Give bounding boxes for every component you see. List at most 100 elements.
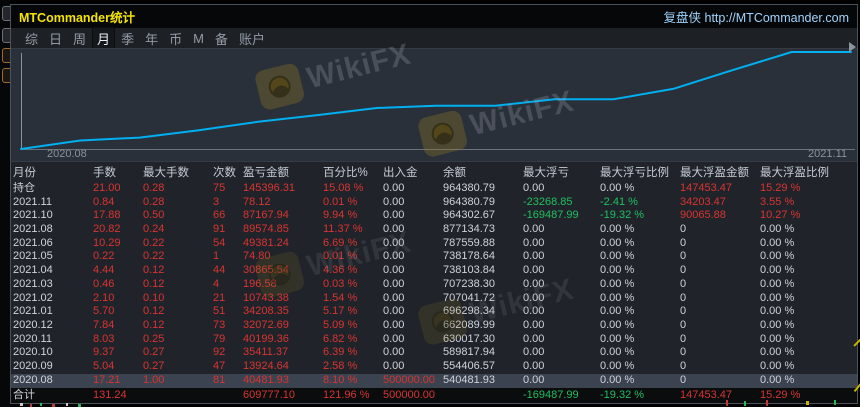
table-cell: 40199.36 xyxy=(243,332,289,345)
table-cell: 6.39 % xyxy=(323,346,358,359)
table-row[interactable]: 2020.12 7.84 0.12 73 32072.69 5.09 % 0.00 66208… xyxy=(11,319,857,333)
table-cell: 持仓 xyxy=(13,182,35,194)
table-cell: 32072.69 xyxy=(243,318,289,331)
chart-canvas xyxy=(20,51,855,150)
table-row[interactable]: 2021.03 0.46 0.12 4 196.58 0.03 % 0.00 707238.3… xyxy=(11,278,857,292)
table-cell: 15.29 % xyxy=(760,182,801,194)
table-cell: 500000.00 xyxy=(383,373,435,386)
menu-item-9[interactable]: 备 xyxy=(211,28,232,49)
table-cell: 877134.73 xyxy=(443,223,495,236)
table-cell: 0.00 xyxy=(523,359,545,372)
table-cell: 47 xyxy=(213,359,226,372)
table-cell: 4.36 % xyxy=(323,264,358,277)
table-cell: 10.29 xyxy=(93,236,121,249)
table-cell: 707238.30 xyxy=(443,277,495,290)
table-cell: 5.04 xyxy=(93,359,115,372)
table-row[interactable]: 2021.05 0.22 0.22 1 74.80 0.01 % 0.00 738178.64… xyxy=(11,250,857,264)
brand-link[interactable]: 复盘侠 http://MTCommander.com xyxy=(664,7,849,26)
table-cell: 8.03 xyxy=(93,332,115,345)
table-cell: 0.00 xyxy=(383,182,405,194)
table-cell: 0 xyxy=(680,318,687,331)
table-row[interactable]: 2020.10 9.37 0.27 92 35411.37 6.39 % 0.00 58981… xyxy=(11,346,857,360)
table-row[interactable]: 2021.06 10.29 0.22 54 49381.24 6.69 % 0.00 7875… xyxy=(11,237,857,251)
table-cell: 0.00 % xyxy=(600,250,635,263)
table-cell: 35411.37 xyxy=(243,346,289,359)
table-cell: 0.00 xyxy=(523,318,545,331)
table-cell: 8.10 % xyxy=(323,373,358,386)
table-cell: 0 xyxy=(680,277,687,290)
table-row[interactable]: 2021.04 4.44 0.12 44 30865.54 4.36 % 0.00 73810… xyxy=(11,264,857,278)
table-cell: 0.00 % xyxy=(760,250,795,263)
table-cell: 2021.06 xyxy=(13,236,53,249)
table-cell: 0.00 % xyxy=(760,318,795,331)
menu-item-2[interactable]: 日 xyxy=(45,28,66,49)
column-header[interactable]: 最大浮亏比例 xyxy=(600,164,680,180)
table-cell: 0 xyxy=(680,346,687,359)
column-header[interactable]: 月份 xyxy=(13,164,93,180)
table-cell: 540481.93 xyxy=(443,373,495,386)
table-cell: 0.00 % xyxy=(760,305,795,318)
table-cell: -169487.99 xyxy=(523,209,579,222)
table-cell: 2021.03 xyxy=(13,277,53,290)
menu-item-3[interactable]: 周 xyxy=(69,28,90,49)
title-bar[interactable]: MTCommander统计 复盘侠 http://MTCommander.com xyxy=(11,5,857,28)
column-header[interactable]: 最大浮盈比例 xyxy=(760,164,857,180)
table-row[interactable]: 2020.08 17.21 1.00 81 40481.93 8.10 % 500000.0… xyxy=(11,373,857,387)
table-cell: 1.54 % xyxy=(323,291,358,304)
table-cell: 20.82 xyxy=(93,223,121,236)
column-header[interactable]: 百分比% xyxy=(323,164,383,180)
table-cell: 0.00 % xyxy=(600,318,635,331)
table-cell: 0.00 xyxy=(523,264,545,277)
table-row[interactable]: 2021.02 2.10 0.10 21 10743.38 1.54 % 0.00 70704… xyxy=(11,292,857,306)
table-row[interactable]: 2021.08 20.82 0.24 91 89574.85 11.37 % 0.00 877… xyxy=(11,223,857,237)
menu-item-10[interactable]: 账户 xyxy=(235,28,269,49)
column-header[interactable]: 最大手数 xyxy=(143,164,213,180)
column-header[interactable]: 盈亏金额 xyxy=(243,164,323,180)
table-cell: 79 xyxy=(213,332,226,345)
table-row[interactable]: 2020.09 5.04 0.27 47 13924.64 2.58 % 0.00 55440… xyxy=(11,360,857,374)
table-cell: 13924.64 xyxy=(243,359,289,372)
table-cell: 40481.93 xyxy=(243,373,289,386)
menu-item-5[interactable]: 季 xyxy=(117,28,138,49)
table-cell: 2021.10 xyxy=(13,209,53,222)
table-cell: 0.00 xyxy=(523,250,545,263)
column-header[interactable]: 余额 xyxy=(443,164,523,180)
table-row[interactable]: 2020.11 8.03 0.25 79 40199.36 6.82 % 0.00 63001… xyxy=(11,333,857,347)
column-header[interactable]: 手数 xyxy=(93,164,143,180)
column-header[interactable]: 最大浮盈金额 xyxy=(680,164,760,180)
table-cell: 34208.35 xyxy=(243,305,289,318)
table-cell: 707041.72 xyxy=(443,291,495,304)
table-cell: 1.00 xyxy=(143,373,165,386)
table-cell: 0.24 xyxy=(143,223,165,236)
table-row[interactable]: 2021.10 17.88 0.50 66 87167.94 9.94 % 0.00 9643… xyxy=(11,209,857,223)
table-row[interactable]: 2021.11 0.84 0.28 3 78.12 0.01 % 0.00 964380.79… xyxy=(11,196,857,210)
menu-item-1[interactable]: 综 xyxy=(21,28,42,49)
table-cell: 90065.88 xyxy=(680,209,726,222)
table-cell: 0.00 xyxy=(523,291,545,304)
table-cell: 21 xyxy=(213,291,226,304)
table-cell: 0.00 % xyxy=(760,291,795,304)
table-cell: 92 xyxy=(213,346,226,359)
table-cell: 147453.47 xyxy=(680,182,732,194)
background-window-artifact xyxy=(806,401,809,405)
menu-item-4[interactable]: 月 xyxy=(92,26,116,50)
table-cell: 0.00 % xyxy=(760,223,795,236)
table-cell: 0.28 xyxy=(143,195,165,208)
background-window-artifact xyxy=(20,403,23,406)
table-cell: 9.37 xyxy=(93,346,115,359)
menu-item-6[interactable]: 年 xyxy=(141,28,162,49)
column-header[interactable]: 出入金 xyxy=(383,164,443,180)
stats-table-body: 持仓 21.00 0.28 75 145396.31 15.08 % 0.00 964380.… xyxy=(11,182,857,387)
table-cell: 合计 xyxy=(13,389,35,401)
table-cell: 0 xyxy=(680,332,687,345)
table-cell: 0 xyxy=(680,359,687,372)
table-cell: -19.32 % xyxy=(600,389,645,401)
menu-item-7[interactable]: 币 xyxy=(165,28,186,49)
column-header[interactable]: 次数 xyxy=(213,164,243,180)
column-header[interactable]: 最大浮亏 xyxy=(523,164,600,180)
table-row[interactable]: 持仓 21.00 0.28 75 145396.31 15.08 % 0.00 964380.… xyxy=(11,182,857,196)
table-cell: 81 xyxy=(213,373,226,386)
table-cell: 0.00 % xyxy=(600,277,635,290)
table-row[interactable]: 2021.01 5.70 0.12 51 34208.35 5.17 % 0.00 69629… xyxy=(11,305,857,319)
menu-item-8[interactable]: M xyxy=(189,30,208,47)
